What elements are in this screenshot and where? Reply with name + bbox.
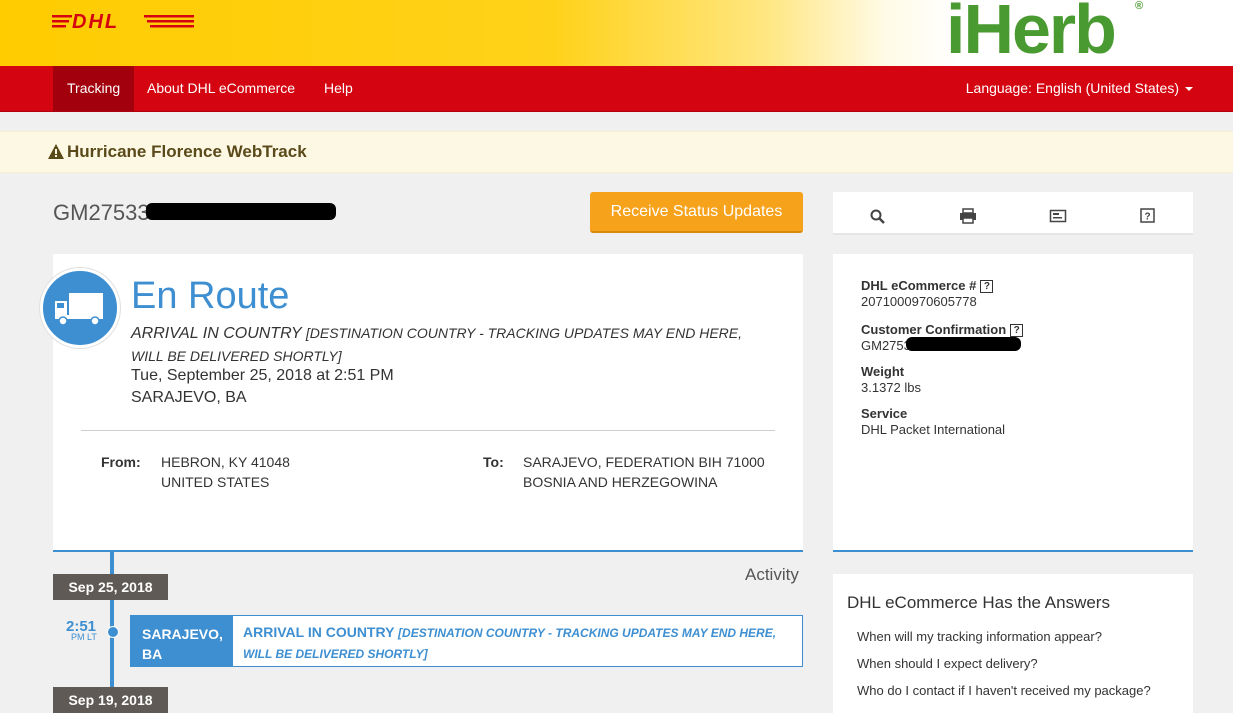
redaction: [146, 203, 336, 220]
language-selector[interactable]: Language: English (United States): [966, 66, 1193, 111]
alert-text: Hurricane Florence WebTrack: [67, 142, 307, 161]
activity-event: SARAJEVO, BA ARRIVAL IN COUNTRY [DESTINA…: [130, 615, 803, 667]
ecommerce-number-label-text: DHL eCommerce #: [861, 278, 977, 293]
from-line-1: HEBRON, KY 41048: [161, 454, 290, 470]
caret-down-icon: [1185, 87, 1193, 92]
receive-status-updates-button[interactable]: Receive Status Updates: [590, 192, 803, 233]
language-label: Language: English (United States): [965, 80, 1179, 96]
from-line-2: UNITED STATES: [161, 474, 270, 490]
weight-label: Weight: [861, 364, 905, 379]
faq-link[interactable]: Who do I contact if I haven't received m…: [857, 683, 1151, 698]
event-time-zone: PM LT: [71, 632, 97, 642]
event-description: ARRIVAL IN COUNTRY [DESTINATION COUNTRY …: [243, 622, 793, 664]
timeline-dot: [107, 626, 119, 638]
service-value: DHL Packet International: [861, 422, 1006, 437]
faq-title: DHL eCommerce Has the Answers: [847, 593, 1110, 612]
event-location-line-2: BA: [142, 646, 163, 662]
status-title: En Route: [131, 275, 290, 317]
print-icon[interactable]: [959, 208, 977, 224]
event-location: SARAJEVO, BA: [131, 616, 233, 666]
iherb-logo: iHerb: [946, 0, 1117, 68]
hurricane-alert[interactable]: Hurricane Florence WebTrack: [0, 131, 1233, 173]
status-location: SARAJEVO, BA: [131, 389, 247, 406]
weight-value: 3.1372 lbs: [861, 380, 921, 395]
event-note: [DESTINATION COUNTRY - TRACKING UPDATES …: [398, 626, 777, 640]
faq-link[interactable]: When will my tracking information appear…: [857, 629, 1102, 644]
help-icon[interactable]: ?: [1010, 324, 1024, 337]
nav-help[interactable]: Help: [310, 66, 367, 111]
truck-icon: [55, 293, 103, 326]
search-icon[interactable]: [869, 208, 887, 224]
redaction: [906, 337, 1021, 351]
from-label: From:: [101, 454, 141, 470]
dhl-logo[interactable]: DHL: [52, 11, 194, 31]
service-label: Service: [861, 406, 908, 421]
status-event: ARRIVAL IN COUNTRY [DESTINATION COUNTRY …: [131, 322, 751, 368]
status-event-note: [DESTINATION COUNTRY - TRACKING UPDATES …: [305, 325, 742, 341]
to-label: To:: [483, 454, 504, 470]
status-event-note-2: WILL BE DELIVERED SHORTLY]: [131, 348, 342, 364]
customer-confirmation-label-text: Customer Confirmation: [861, 322, 1007, 337]
main-nav: Tracking About DHL eCommerce Help Langua…: [0, 66, 1233, 112]
registered-mark: ®: [1135, 0, 1144, 12]
help-icon[interactable]: ?: [1139, 208, 1157, 224]
ecommerce-number-value: 2071000970605778: [861, 294, 977, 309]
activity-date: Sep 19, 2018: [53, 687, 168, 713]
ecommerce-number-label: DHL eCommerce #?: [861, 278, 994, 293]
to-line-2: BOSNIA AND HERZEGOWINA: [523, 474, 718, 490]
svg-text:DHL: DHL: [72, 11, 119, 31]
activity-title: Activity: [745, 565, 799, 584]
faq-link[interactable]: When should I expect delivery?: [857, 656, 1038, 671]
divider: [81, 430, 775, 431]
email-icon[interactable]: [1049, 208, 1067, 224]
page-header: DHL iHerb ®: [0, 0, 1233, 66]
nav-tracking[interactable]: Tracking: [53, 66, 135, 111]
tracking-number: GM27533: [53, 200, 150, 225]
truck-badge: [40, 268, 120, 348]
event-note-2: WILL BE DELIVERED SHORTLY]: [243, 647, 428, 661]
to-line-1: SARAJEVO, FEDERATION BIH 71000: [523, 454, 765, 470]
status-datetime: Tue, September 25, 2018 at 2:51 PM: [131, 367, 394, 384]
customer-confirmation-label: Customer Confirmation?: [861, 322, 1024, 337]
activity-date: Sep 25, 2018: [53, 574, 168, 600]
status-event-name: ARRIVAL IN COUNTRY: [131, 325, 302, 342]
svg-text:?: ?: [1144, 212, 1150, 223]
warning-icon: [48, 144, 64, 159]
help-icon[interactable]: ?: [980, 280, 994, 293]
event-name: ARRIVAL IN COUNTRY: [243, 624, 395, 640]
event-location-line-1: SARAJEVO,: [142, 626, 223, 642]
customer-confirmation-value: GM2753: [861, 338, 911, 353]
nav-about[interactable]: About DHL eCommerce: [133, 66, 309, 111]
